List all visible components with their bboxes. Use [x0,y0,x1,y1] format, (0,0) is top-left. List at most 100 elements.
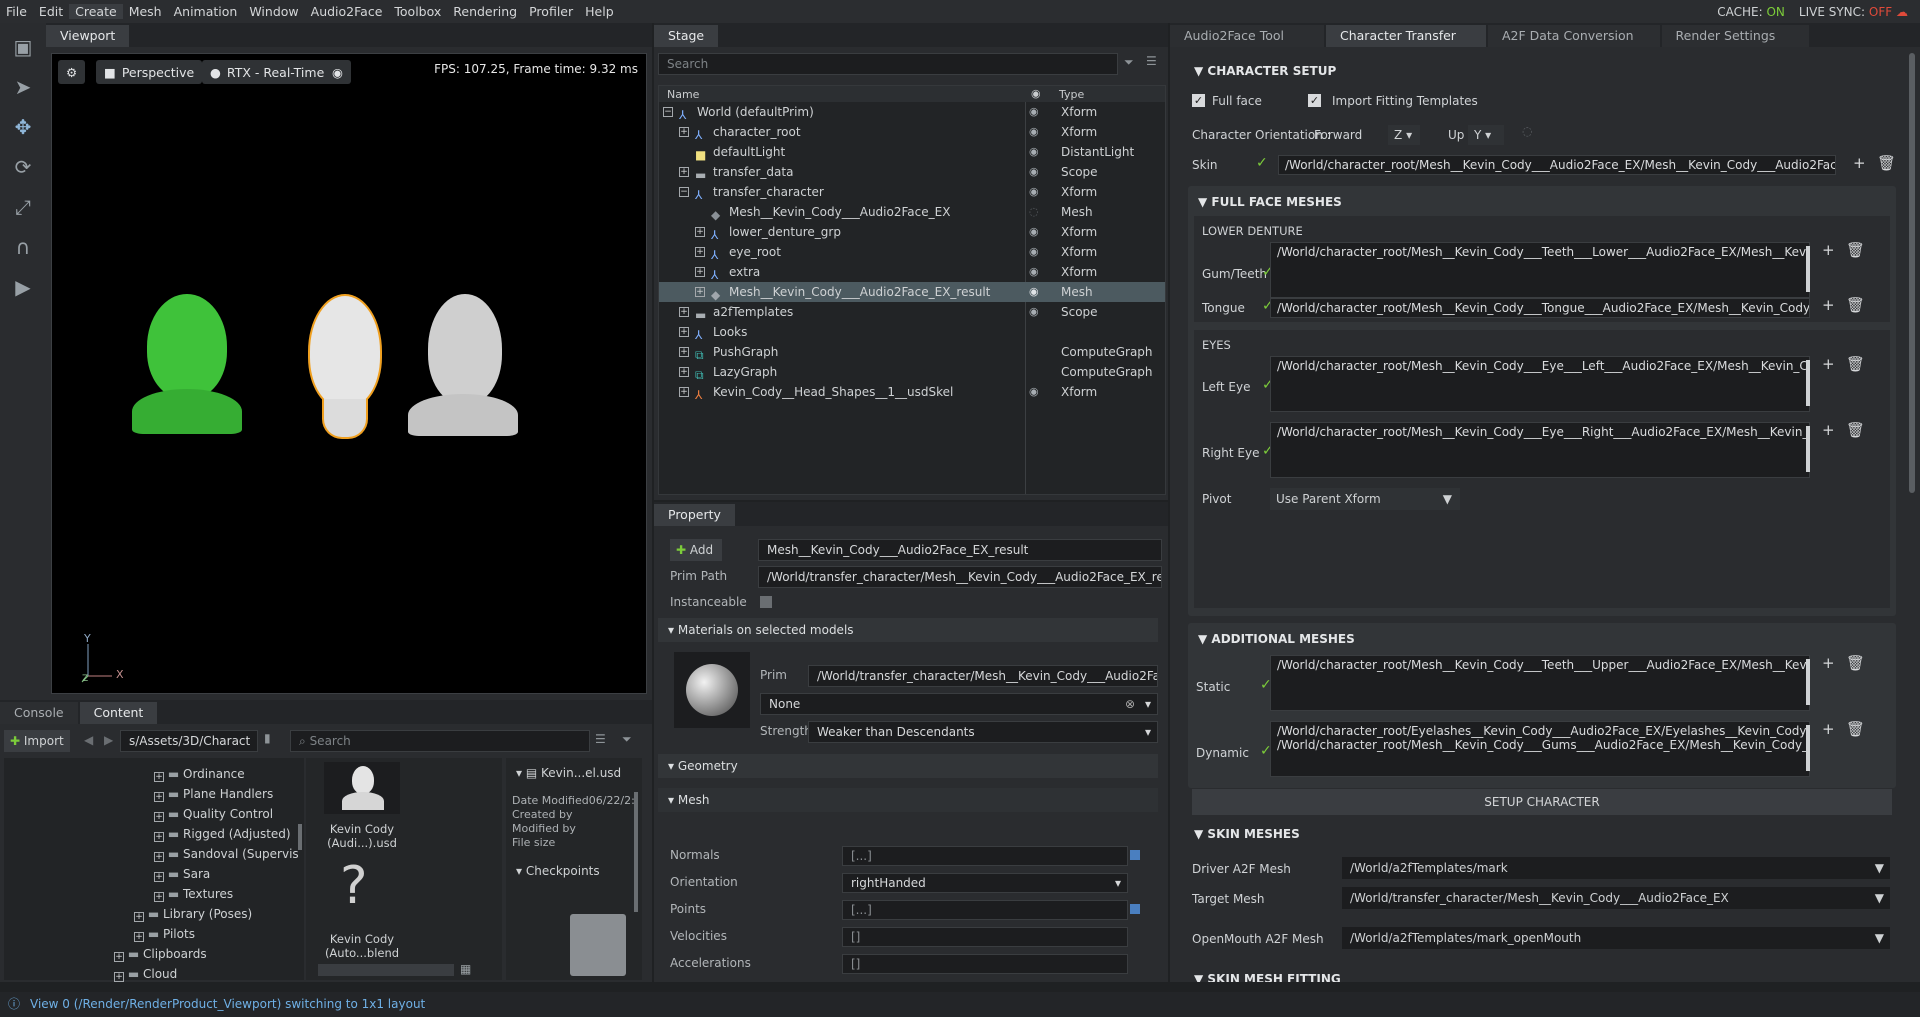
normals-indicator[interactable] [1130,850,1140,860]
tab-property[interactable]: Property [654,504,735,526]
gray-head-model[interactable] [408,294,518,444]
static-field-scrollbar[interactable] [1806,659,1810,705]
gum-teeth-path-field[interactable]: /World/character_root/Mesh__Kevin_Cody__… [1270,242,1810,298]
expand-toggle[interactable]: + [114,952,124,962]
select-mode-icon[interactable]: ▣ [7,31,39,63]
setup-character-button[interactable]: SETUP CHARACTER [1192,789,1892,815]
tab-audio2face-tool[interactable]: Audio2Face Tool [1170,25,1324,47]
folder-cloud[interactable]: + ▬ Cloud [114,964,207,984]
skin-add-icon[interactable]: + [1853,154,1866,172]
material-prim-field[interactable]: /World/transfer_character/Mesh__Kevin_Co… [808,665,1158,687]
eye-icon[interactable]: ◉ [1029,302,1039,322]
expand-toggle[interactable]: + [154,772,164,782]
menu-animation[interactable]: Animation [168,4,244,19]
tongue-path-field[interactable]: /World/character_root/Mesh__Kevin_Cody__… [1270,298,1810,318]
dynamic-field-scrollbar[interactable] [1806,725,1810,771]
folder-pilots[interactable]: + ▬ Pilots [134,924,252,944]
checkpoint-document-icon[interactable] [570,914,626,976]
stage-row-mesh-kevin[interactable]: ◆ Mesh__Kevin_Cody___Audio2Face_EX ◌ Mesh [659,202,1165,222]
right-scrollbar[interactable] [1909,53,1915,493]
stage-row-transfer-character[interactable]: − ⅄ transfer_character ◉ Xform [659,182,1165,202]
content-search-input[interactable]: ⌕ Search [290,730,590,752]
viewport-settings-button[interactable]: ⚙ [58,60,86,84]
camera-button[interactable]: ■ Perspective [96,60,203,84]
gum-delete-icon[interactable]: 🗑 [1846,241,1865,259]
tab-a2f-data-conversion[interactable]: A2F Data Conversion [1487,25,1660,47]
cache-status[interactable]: CACHE: ON [1717,5,1785,19]
folder-textures[interactable]: + ▬ Textures [154,884,299,904]
materials-section-header[interactable]: ▾ Materials on selected models [658,618,1158,642]
info-file-header[interactable]: ▾ ▤ Kevin...el.usd [516,766,621,780]
expand-toggle[interactable]: + [154,832,164,842]
points-indicator[interactable] [1130,904,1140,914]
expand-toggle[interactable]: + [679,307,689,317]
filter-icon[interactable]: ⏷ [1124,55,1134,70]
velocities-field[interactable]: [] [842,927,1128,947]
expand-toggle[interactable]: + [134,932,144,942]
geometry-section-header[interactable]: ▾ Geometry [658,754,1158,778]
thumbnail-kevin-usd[interactable] [324,762,400,814]
eye-disabled-icon[interactable]: ◌ [1522,124,1532,138]
expand-toggle[interactable]: + [154,872,164,882]
expand-toggle[interactable]: + [134,912,144,922]
up-select[interactable]: Y ▾ [1468,125,1504,145]
renderer-button[interactable]: ● RTX - Real-Time [202,60,333,84]
eye-icon[interactable]: ◉ [1029,382,1039,402]
stage-row-mesh-result[interactable]: + ◆ Mesh__Kevin_Cody___Audio2Face_EX_resul… [659,282,1165,302]
expand-toggle[interactable]: + [679,367,689,377]
orange-outlined-head-model[interactable] [300,294,390,444]
static-add-icon[interactable]: + [1822,654,1835,672]
checkpoints-header[interactable]: ▾ Checkpoints [516,864,600,878]
left-eye-path-field[interactable]: /World/character_root/Mesh__Kevin_Cody__… [1270,356,1810,412]
skin-meshes-header[interactable]: ▼ SKIN MESHES [1194,827,1300,841]
skin-path-field[interactable]: /World/character_root/Mesh__Kevin_Cody__… [1278,155,1836,175]
green-head-model[interactable] [132,294,242,439]
stage-row-extra[interactable]: + ⅄ extra ◉ Xform [659,262,1165,282]
expand-toggle[interactable]: + [695,247,705,257]
stage-row-default-light[interactable]: ■ defaultLight ◉ DistantLight [659,142,1165,162]
folder-clipboards[interactable]: + ▬ Clipboards [114,944,207,964]
stage-row-transfer-data[interactable]: + ▬ transfer_data ◉ Scope [659,162,1165,182]
expand-toggle[interactable]: + [679,327,689,337]
menu-icon[interactable]: ☰ [1146,54,1157,68]
expand-toggle[interactable]: + [695,287,705,297]
points-field[interactable]: [...] [842,900,1128,920]
clear-icon[interactable]: ⊗ [1125,694,1135,714]
menu-file[interactable]: File [0,4,33,19]
folder-sara[interactable]: + ▬ Sara [154,864,299,884]
stage-search-input[interactable]: Search [658,53,1118,75]
select-arrow-icon[interactable]: ➤ [7,71,39,103]
expand-toggle[interactable]: + [679,347,689,357]
normals-field[interactable]: [...] [842,846,1128,866]
stage-row-character-root[interactable]: + ⅄ character_root ◉ Xform [659,122,1165,142]
menu-toolbox[interactable]: Toolbox [388,4,447,19]
material-select[interactable]: None ⊗ ▾ [760,693,1158,715]
openmouth-a2f-select[interactable]: /World/a2fTemplates/mark_openMouth ▼ [1342,927,1890,949]
static-path-field[interactable]: /World/character_root/Mesh__Kevin_Cody__… [1270,655,1810,711]
expand-toggle[interactable]: + [679,127,689,137]
right-eye-add-icon[interactable]: + [1822,421,1835,439]
info-scrollbar[interactable] [634,792,638,912]
scale-tool-icon[interactable]: ⤢ [7,191,39,223]
menu-profiler[interactable]: Profiler [523,4,579,19]
stage-row-eye-root[interactable]: + ⅄ eye_root ◉ Xform [659,242,1165,262]
expand-toggle[interactable]: + [154,812,164,822]
tab-console[interactable]: Console [0,702,78,724]
full-face-checkbox[interactable]: ✓ [1192,94,1205,107]
strength-select[interactable]: Weaker than Descendants ▾ [808,721,1158,743]
tab-stage[interactable]: Stage [654,25,719,47]
eye-icon[interactable]: ◉ [1029,262,1039,282]
tab-viewport[interactable]: Viewport [46,25,130,47]
dynamic-delete-icon[interactable]: 🗑 [1846,720,1865,738]
left-eye-field-scrollbar[interactable] [1806,360,1810,406]
dynamic-add-icon[interactable]: + [1822,720,1835,738]
menu-window[interactable]: Window [243,4,304,19]
menu-audio2face[interactable]: Audio2Face [305,4,389,19]
left-eye-delete-icon[interactable]: 🗑 [1846,355,1865,373]
orientation-select[interactable]: rightHanded ▾ [842,873,1128,893]
tongue-delete-icon[interactable]: 🗑 [1846,296,1865,314]
tree-scrollbar[interactable] [298,824,302,850]
bookmark-icon[interactable]: ▮ [264,731,271,745]
thumbnail-scrollbar[interactable] [318,964,454,976]
mesh-section-header[interactable]: ▾ Mesh [658,788,1158,812]
